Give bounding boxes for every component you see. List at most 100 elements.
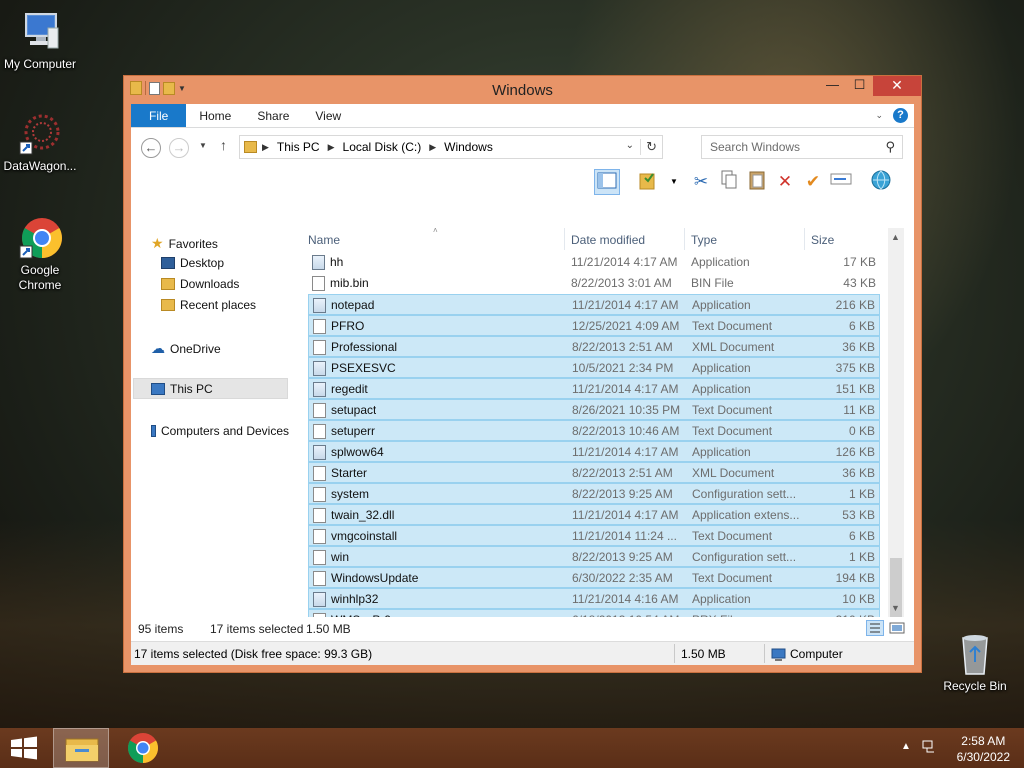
- star-icon: ★: [151, 235, 164, 251]
- tab-file[interactable]: File: [131, 104, 187, 127]
- file-row[interactable]: setuperr 8/22/2013 10:46 AM Text Document 0…: [308, 420, 880, 441]
- nav-onedrive[interactable]: ☁ OneDrive: [151, 340, 221, 357]
- column-type-header[interactable]: Type: [691, 233, 717, 247]
- column-name-header[interactable]: Name: [308, 233, 340, 247]
- cut-icon[interactable]: ✂: [688, 169, 714, 195]
- tab-home[interactable]: Home: [186, 104, 244, 127]
- copy-icon[interactable]: [716, 169, 742, 195]
- refresh-icon[interactable]: ↻: [640, 139, 657, 155]
- file-name: setuperr: [331, 424, 376, 438]
- clock-date: 6/30/2022: [956, 750, 1010, 764]
- dll-icon: [313, 508, 326, 523]
- scroll-up-arrow[interactable]: ▲: [891, 232, 900, 242]
- explorer-window[interactable]: ▼ Windows — ☐ ✕ File Home Share View ⌄ ?…: [123, 75, 922, 673]
- preview-pane-icon[interactable]: [594, 169, 620, 195]
- tab-share[interactable]: Share: [244, 104, 302, 127]
- file-list: hh 11/21/2014 4:17 AM Application 17 KB mib.…: [308, 252, 880, 617]
- nav-favorites[interactable]: ★ Favorites: [151, 235, 218, 252]
- column-divider[interactable]: [564, 228, 565, 250]
- file-row[interactable]: Starter 8/22/2013 2:51 AM XML Document 36 K…: [308, 462, 880, 483]
- rename-icon[interactable]: [828, 169, 854, 195]
- desktop-icon-datawagon[interactable]: DataWagon...: [0, 112, 80, 174]
- column-divider[interactable]: [804, 228, 805, 250]
- file-row[interactable]: PFRO 12/25/2021 4:09 AM Text Document 6 KB: [308, 315, 880, 336]
- content-area: ★ Favorites Desktop Downloads Recent pla…: [131, 228, 914, 617]
- file-row[interactable]: twain_32.dll 11/21/2014 4:17 AM Applicatio…: [308, 504, 880, 525]
- column-date-header[interactable]: Date modified: [571, 233, 645, 247]
- nav-desktop[interactable]: Desktop: [161, 256, 224, 270]
- file-row[interactable]: winhlp32 11/21/2014 4:16 AM Application 10 …: [308, 588, 880, 609]
- search-input[interactable]: Search Windows ⚲: [701, 135, 903, 159]
- scroll-down-arrow[interactable]: ▼: [891, 603, 900, 613]
- nav-downloads[interactable]: Downloads: [161, 277, 239, 291]
- vertical-scrollbar[interactable]: ▲ ▼: [888, 228, 904, 617]
- nav-recent-places[interactable]: Recent places: [161, 298, 256, 312]
- back-button[interactable]: ←: [141, 138, 161, 158]
- expand-ribbon-icon[interactable]: ⌄: [875, 110, 883, 121]
- column-divider[interactable]: [684, 228, 685, 250]
- network-globe-icon[interactable]: [868, 169, 894, 195]
- address-bar[interactable]: ▶ This PC ▶ Local Disk (C:) ▶ Windows ⌄ …: [239, 135, 663, 159]
- file-row[interactable]: vmgcoinstall 11/21/2014 11:24 ... Text Doc…: [308, 525, 880, 546]
- details-view-icon[interactable]: [866, 620, 884, 639]
- breadcrumb-windows[interactable]: Windows: [441, 140, 496, 154]
- minimize-button[interactable]: —: [819, 76, 846, 96]
- file-row[interactable]: setupact 8/26/2021 10:35 PM Text Document 1…: [308, 399, 880, 420]
- file-row[interactable]: PSEXESVC 10/5/2021 2:34 PM Application 375 …: [308, 357, 880, 378]
- large-icons-view-icon[interactable]: [889, 620, 905, 639]
- app-icon: [313, 361, 326, 376]
- tab-view[interactable]: View: [302, 104, 354, 127]
- taskbar-file-explorer[interactable]: [53, 728, 109, 768]
- nav-label: Desktop: [180, 256, 225, 270]
- view-options-icon[interactable]: [636, 169, 662, 195]
- desktop-icon-google-chrome[interactable]: Google Chrome: [0, 216, 80, 293]
- nav-computers-and-devices[interactable]: Computers and Devices: [151, 424, 289, 438]
- file-row[interactable]: Professional 8/22/2013 2:51 AM XML Documen…: [308, 336, 880, 357]
- maximize-button[interactable]: ☐: [846, 76, 873, 96]
- file-row[interactable]: hh 11/21/2014 4:17 AM Application 17 KB: [308, 252, 880, 273]
- breadcrumb-this-pc[interactable]: This PC: [274, 140, 323, 154]
- file-size: 0 KB: [848, 424, 875, 438]
- column-size-header[interactable]: Size: [811, 233, 834, 247]
- forward-button[interactable]: →: [169, 138, 189, 158]
- file-row[interactable]: splwow64 11/21/2014 4:17 AM Application 126…: [308, 441, 880, 462]
- nav-label: Recent places: [180, 298, 257, 312]
- start-button[interactable]: [0, 728, 48, 768]
- config-file-icon: [313, 487, 326, 502]
- breadcrumb-separator[interactable]: ▶: [257, 142, 274, 153]
- file-size: 10 KB: [842, 592, 875, 606]
- window-controls: — ☐ ✕: [819, 76, 921, 96]
- file-row[interactable]: regedit 11/21/2014 4:17 AM Application 151 …: [308, 378, 880, 399]
- file-row[interactable]: notepad 11/21/2014 4:17 AM Application 216 …: [308, 294, 880, 315]
- nav-this-pc[interactable]: This PC: [133, 378, 288, 399]
- desktop-icon-label: Google Chrome: [18, 263, 62, 292]
- file-row[interactable]: WindowsUpdate 6/30/2022 2:35 AM Text Docum…: [308, 567, 880, 588]
- recent-locations-button[interactable]: ▼: [199, 141, 207, 150]
- taskbar-google-chrome[interactable]: [115, 728, 171, 768]
- breadcrumb-separator[interactable]: ▶: [323, 142, 340, 153]
- desktop-icon-my-computer[interactable]: My Computer: [0, 10, 80, 72]
- select-all-icon[interactable]: ✔: [800, 169, 826, 195]
- up-button[interactable]: ↑: [220, 137, 227, 153]
- address-dropdown-icon[interactable]: ⌄: [626, 140, 634, 151]
- system-clock[interactable]: 2:58 AM 6/30/2022: [957, 733, 1010, 765]
- breadcrumb-local-disk[interactable]: Local Disk (C:): [340, 140, 425, 154]
- file-row[interactable]: WMSysPr9.prx6/18/2013 10:54 AMPRX File31…: [308, 609, 880, 617]
- title-bar[interactable]: ▼ Windows — ☐ ✕: [124, 76, 921, 104]
- file-row[interactable]: system 8/22/2013 9:25 AM Configuration set…: [308, 483, 880, 504]
- network-status-icon[interactable]: [921, 739, 937, 758]
- file-row[interactable]: win 8/22/2013 9:25 AM Configuration sett..…: [308, 546, 880, 567]
- file-row[interactable]: mib.bin 8/22/2013 3:01 AM BIN File 43 KB: [308, 273, 880, 294]
- file-date: 8/26/2021 10:35 PM: [572, 403, 681, 417]
- file-name: notepad: [331, 298, 375, 312]
- desktop-icon-recycle-bin[interactable]: Recycle Bin: [935, 632, 1015, 694]
- paste-icon[interactable]: [744, 169, 770, 195]
- close-button[interactable]: ✕: [873, 76, 921, 96]
- show-hidden-icons-button[interactable]: ▲: [901, 741, 911, 752]
- breadcrumb-separator[interactable]: ▶: [424, 142, 441, 153]
- network-icon: [151, 425, 156, 437]
- file-size: 43 KB: [843, 276, 876, 290]
- help-button[interactable]: ?: [893, 108, 908, 123]
- view-options-dropdown[interactable]: ▼: [661, 169, 687, 195]
- delete-icon[interactable]: ✕: [772, 169, 798, 195]
